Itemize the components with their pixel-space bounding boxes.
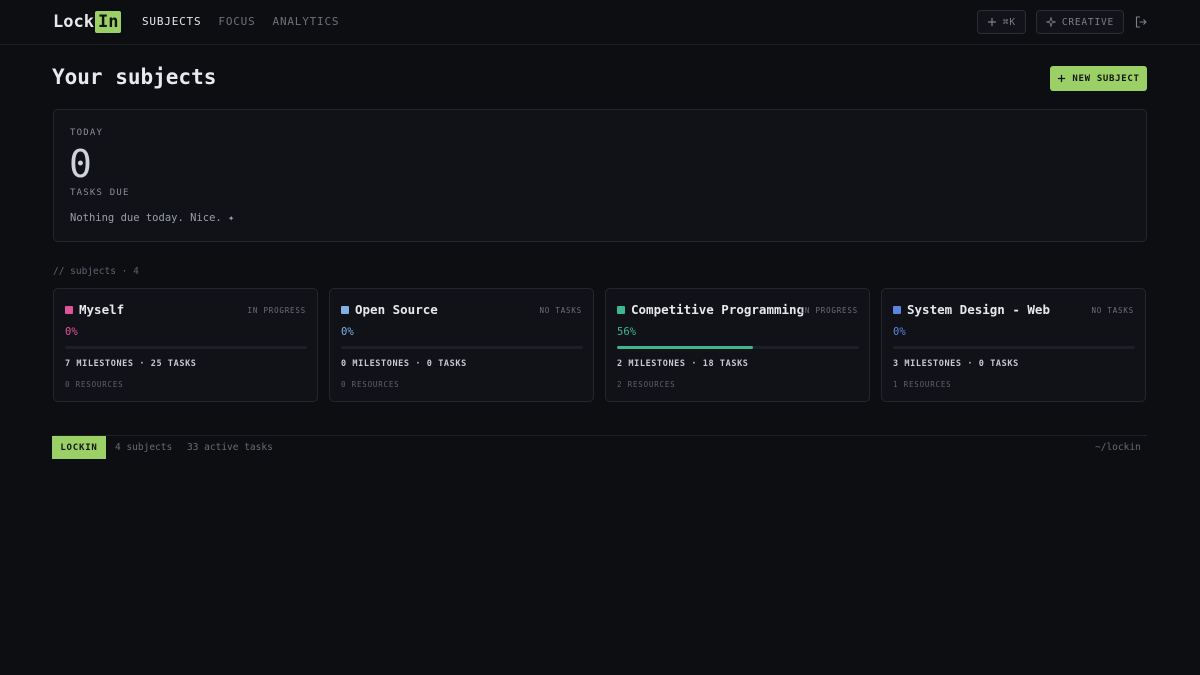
new-subject-button[interactable]: NEW SUBJECT xyxy=(1050,66,1147,91)
subject-meta: 0 MILESTONES · 0 TASKS xyxy=(341,359,467,369)
today-label: TODAY xyxy=(70,128,104,138)
nav-subjects[interactable]: SUBJECTS xyxy=(142,15,201,28)
mode-button[interactable]: CREATIVE xyxy=(1035,10,1124,34)
main-nav: SUBJECTS FOCUS ANALYTICS xyxy=(142,15,339,28)
tasks-due-label: TASKS DUE xyxy=(70,188,130,198)
subject-color-dot xyxy=(893,306,901,314)
subject-resources: 1 RESOURCES xyxy=(893,380,952,389)
subject-resources: 0 RESOURCES xyxy=(341,380,400,389)
subject-percent: 0% xyxy=(893,326,906,338)
logo-prefix: Lock xyxy=(53,12,94,32)
plus-icon xyxy=(987,18,996,26)
subject-status: IN PROGRESS xyxy=(799,306,858,315)
progress-fill xyxy=(617,346,753,349)
subject-name: Competitive Programming xyxy=(631,302,805,317)
subject-resources: 0 RESOURCES xyxy=(65,380,124,389)
progress-track xyxy=(341,346,583,349)
mode-label: CREATIVE xyxy=(1061,16,1114,28)
subject-meta: 7 MILESTONES · 25 TASKS xyxy=(65,359,197,369)
subject-percent: 56% xyxy=(617,326,636,338)
subject-name: Myself xyxy=(79,302,125,317)
subject-name: System Design - Web xyxy=(907,302,1050,317)
footer-divider xyxy=(53,435,1147,436)
footer-path: ~/lockin xyxy=(1095,442,1141,453)
new-subject-label: NEW SUBJECT xyxy=(1072,73,1140,84)
footer-active-tasks: 33 active tasks xyxy=(187,442,273,453)
command-palette-button[interactable]: ⌘K xyxy=(976,10,1026,34)
nav-focus[interactable]: FOCUS xyxy=(218,15,255,28)
progress-track xyxy=(893,346,1135,349)
shortcut-label: ⌘K xyxy=(1002,16,1016,28)
sparkle-icon xyxy=(1045,17,1056,27)
top-navigation: Lock In SUBJECTS FOCUS ANALYTICS ⌘K CREA… xyxy=(0,0,1200,45)
subject-color-dot xyxy=(65,306,73,314)
plus-icon xyxy=(1058,74,1066,83)
subject-color-dot xyxy=(341,306,349,314)
page-title: Your subjects xyxy=(52,65,217,89)
logout-icon[interactable] xyxy=(1134,15,1148,29)
subject-meta: 2 MILESTONES · 18 TASKS xyxy=(617,359,749,369)
subject-card[interactable]: Competitive Programming IN PROGRESS 56% … xyxy=(605,288,870,402)
subject-meta: 3 MILESTONES · 0 TASKS xyxy=(893,359,1019,369)
subject-card[interactable]: Myself IN PROGRESS 0% 7 MILESTONES · 25 … xyxy=(53,288,318,402)
app-logo[interactable]: Lock In xyxy=(53,11,122,33)
progress-track xyxy=(617,346,859,349)
subject-percent: 0% xyxy=(341,326,354,338)
footer-badge: LOCKIN xyxy=(52,436,106,459)
today-summary-card: TODAY 0 TASKS DUE Nothing due today. Nic… xyxy=(53,109,1147,242)
subject-card[interactable]: Open Source NO TASKS 0% 0 MILESTONES · 0… xyxy=(329,288,594,402)
nav-analytics[interactable]: ANALYTICS xyxy=(273,15,340,28)
subject-status: NO TASKS xyxy=(1091,306,1134,315)
logo-highlight: In xyxy=(94,11,122,33)
subject-status: NO TASKS xyxy=(539,306,582,315)
today-message: Nothing due today. Nice. ✦ xyxy=(70,212,235,224)
subjects-section-label: // subjects · 4 xyxy=(53,266,139,277)
tasks-due-count: 0 xyxy=(69,142,92,186)
subject-color-dot xyxy=(617,306,625,314)
subject-card[interactable]: System Design - Web NO TASKS 0% 3 MILEST… xyxy=(881,288,1146,402)
subject-name: Open Source xyxy=(355,302,438,317)
progress-track xyxy=(65,346,307,349)
subject-resources: 2 RESOURCES xyxy=(617,380,676,389)
subject-status: IN PROGRESS xyxy=(247,306,306,315)
footer-subjects-count: 4 subjects xyxy=(115,442,173,453)
top-actions: ⌘K CREATIVE xyxy=(976,10,1148,34)
subject-percent: 0% xyxy=(65,326,78,338)
